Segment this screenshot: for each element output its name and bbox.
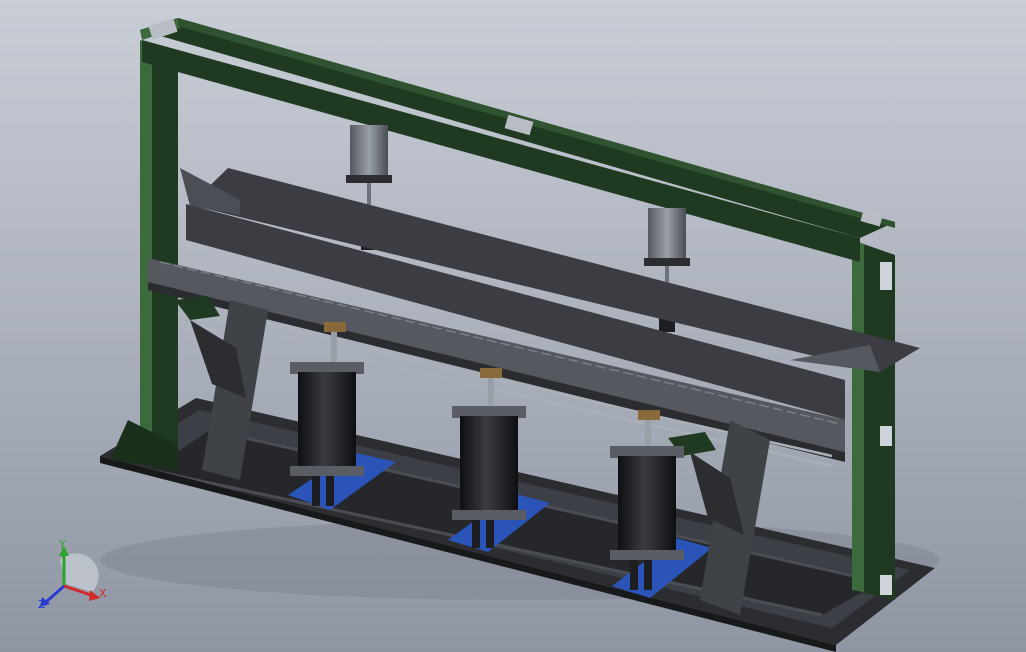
triad-z-label: Z	[38, 598, 46, 611]
right-column[interactable]	[852, 240, 895, 600]
triad-y-label: Y	[58, 538, 66, 551]
triad-x-label: X	[99, 587, 107, 600]
cad-3d-viewport[interactable]: Y X Z	[0, 0, 1026, 652]
